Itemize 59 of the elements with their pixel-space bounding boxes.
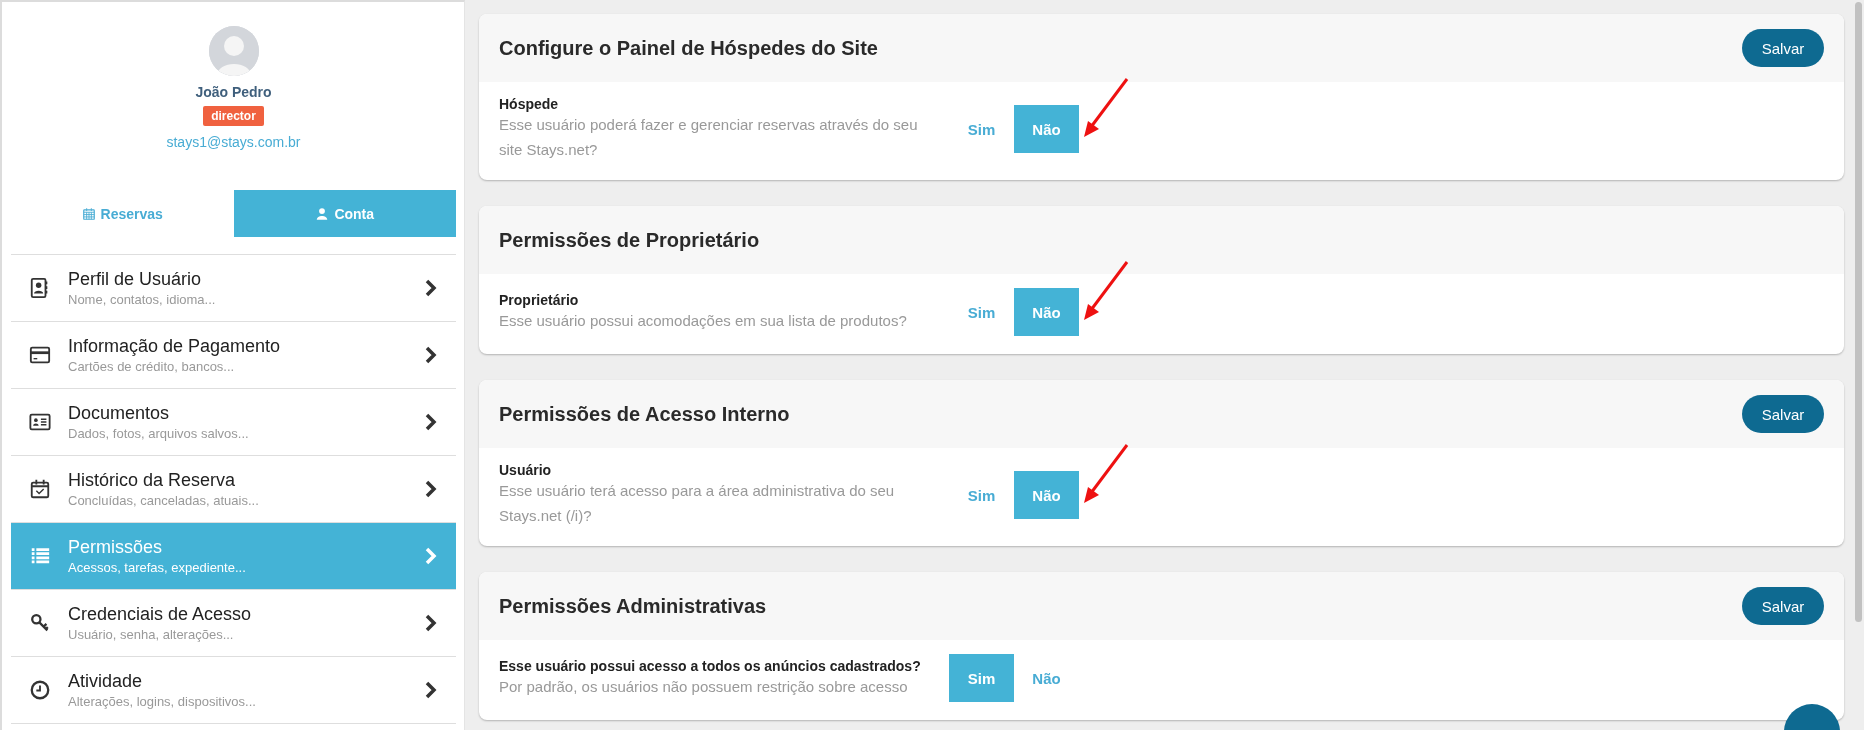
toggle-option[interactable]: Não (1014, 471, 1079, 519)
save-button[interactable]: Salvar (1742, 29, 1824, 67)
menu-item-title: Histórico da Reserva (68, 470, 237, 491)
menu-item-title: Perfil de Usuário (68, 269, 203, 290)
chevron-right-icon (424, 681, 438, 699)
calendar-icon (81, 206, 96, 221)
menu-item[interactable]: Informação de Pagamento Cartões de crédito, bancos... (11, 322, 456, 389)
menu-item[interactable]: Documentos Dados, fotos, arquivos salvos... (11, 389, 456, 456)
chevron-right-icon (424, 413, 438, 431)
menu-item-subtitle: Cartões de crédito, bancos... (68, 359, 236, 374)
setting-description: Por padrão, os usuários não possuem restrição sobre acesso (499, 676, 909, 697)
menu-item[interactable]: Credenciais de Acesso Usuário, senha, alterações... (11, 590, 456, 657)
menu-item-subtitle: Usuário, senha, alterações... (68, 627, 235, 642)
toggle-option[interactable]: Sim (949, 654, 1014, 702)
chevron-right-icon (424, 346, 438, 364)
menu-item[interactable]: Perfil de Usuário Nome, contatos, idioma... (11, 255, 456, 322)
menu-item-subtitle: Nome, contatos, idioma... (68, 292, 217, 307)
card-title: Permissões de Acesso Interno (499, 402, 790, 426)
setting-label: Esse usuário possui acesso a todos os anúncios cadastrados? (499, 657, 922, 674)
chevron-right-icon (424, 547, 438, 565)
toggle-option[interactable]: Não (1014, 105, 1079, 153)
scrollbar-thumb[interactable] (1854, 2, 1862, 622)
clock-icon (29, 679, 51, 701)
menu-item-title: Atividade (68, 671, 144, 692)
credit-card-icon (29, 344, 51, 366)
setting-label: Hóspede (499, 96, 560, 112)
setting-description: Esse usuário poderá fazer e gerenciar reservas através do seu site Stays.net? (499, 115, 919, 160)
setting-description: Esse usuário possui acomodações em sua lista de produtos? (499, 310, 908, 331)
tab[interactable]: Conta (233, 190, 456, 237)
key-icon (29, 612, 51, 634)
menu-item-title: Credenciais de Acesso (68, 604, 253, 625)
menu-item-subtitle: Alterações, logins, dispositivos... (68, 694, 257, 709)
menu-item-title: Permissões (68, 537, 164, 558)
save-button[interactable]: Salvar (1742, 395, 1824, 433)
menu-item-subtitle: Concluídas, canceladas, atuais... (68, 493, 260, 508)
menu-item-subtitle: Dados, fotos, arquivos salvos... (68, 426, 250, 441)
toggle-option[interactable]: Não (1014, 288, 1079, 336)
chevron-right-icon (424, 614, 438, 632)
calendar-check-icon (29, 478, 51, 500)
menu-item-title: Informação de Pagamento (68, 336, 282, 357)
user-name: João Pedro (195, 84, 272, 100)
menu-item[interactable]: Atividade Alterações, logins, dispositivos... (11, 657, 456, 724)
card-title: Configure o Painel de Hóspedes do Site (499, 36, 878, 60)
setting-label: Proprietário (499, 291, 580, 308)
avatar-silhouette (208, 26, 259, 76)
id-card-icon (29, 411, 51, 433)
role-badge: director (203, 106, 264, 126)
chevron-right-icon (424, 480, 438, 498)
menu-item-subtitle: Acessos, tarefas, expediente... (68, 560, 247, 575)
chevron-right-icon (424, 279, 438, 297)
menu-item-title: Documentos (68, 403, 171, 424)
menu-item[interactable]: Permissões Acessos, tarefas, expediente... (11, 523, 456, 590)
setting-label: Usuário (499, 462, 553, 478)
user-email: stays1@stays.com.br (166, 134, 301, 150)
save-button[interactable]: Salvar (1742, 587, 1824, 625)
user-icon (315, 206, 330, 221)
card-title: Permissões Administrativas (499, 594, 767, 618)
setting-description: Esse usuário terá acesso para a área administrativa do seu Stays.net (/i)? (499, 481, 896, 526)
card-title: Permissões de Proprietário (499, 228, 760, 252)
